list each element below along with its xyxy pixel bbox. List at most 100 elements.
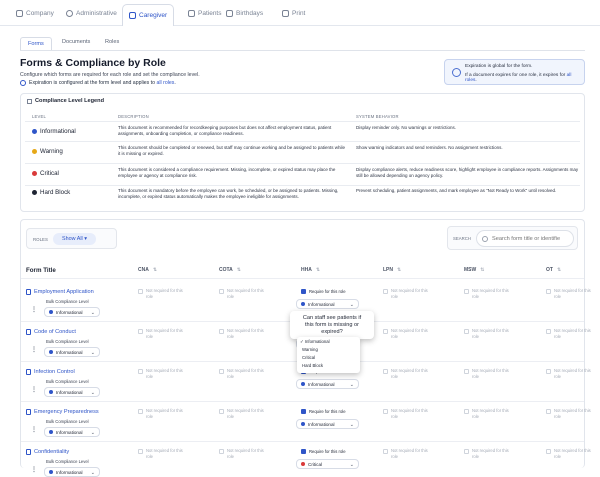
- form-title-link[interactable]: Confidentiality: [26, 449, 69, 455]
- checkbox-icon: [464, 409, 469, 414]
- checkbox-icon: [464, 369, 469, 374]
- column-header-cota[interactable]: COTA ⇅: [219, 267, 241, 273]
- more-options-icon[interactable]: ⋮: [31, 426, 37, 433]
- level-dot: [49, 310, 53, 314]
- legend-header-behavior: SYSTEM BEHAVIOR: [356, 114, 399, 119]
- bulk-compliance-label: Bulk Compliance Level: [46, 339, 89, 344]
- people-icon: [188, 9, 195, 17]
- chevron-down-icon: ⌄: [90, 310, 95, 316]
- more-options-icon[interactable]: ⋮: [31, 466, 37, 473]
- expiration-info: Expiration is configured at the form lev…: [20, 80, 176, 86]
- checkbox-icon: [383, 289, 388, 294]
- not-required-checkbox[interactable]: Not required for this role: [138, 328, 198, 339]
- checkbox-icon: [219, 289, 224, 294]
- roles-select[interactable]: Show All ▾: [53, 233, 96, 245]
- tab-documents[interactable]: Documents: [62, 39, 90, 45]
- legend-title: Compliance Level Legend: [35, 98, 105, 104]
- not-required-checkbox[interactable]: Not required for this role: [383, 448, 443, 459]
- not-required-checkbox[interactable]: Not required for this role: [138, 448, 198, 459]
- not-required-checkbox[interactable]: Not required for this role: [546, 368, 600, 379]
- not-required-checkbox[interactable]: Not required for this role: [464, 408, 524, 419]
- tab-forms[interactable]: Forms: [20, 37, 52, 51]
- bulk-compliance-select[interactable]: Informational ⌄: [44, 307, 100, 317]
- not-required-checkbox[interactable]: Not required for this role: [219, 448, 279, 459]
- checkbox-icon: [546, 369, 551, 374]
- tab-divider: [20, 50, 585, 51]
- checkbox-icon: [138, 409, 143, 414]
- require-checkbox-hha[interactable]: Require for this role: [301, 449, 346, 454]
- not-required-checkbox[interactable]: Not required for this role: [383, 288, 443, 299]
- compliance-tooltip: Can staff see patients if this form is m…: [290, 311, 374, 339]
- column-header-lpn[interactable]: LPN ⇅: [383, 267, 401, 273]
- top-navigation: Company Administrative Caregiver Patient…: [0, 0, 600, 26]
- critical-dot: [32, 171, 37, 176]
- nav-tab-caregiver[interactable]: Caregiver: [122, 4, 175, 26]
- require-checkbox-hha[interactable]: Require for this role: [301, 289, 346, 294]
- not-required-checkbox[interactable]: Not required for this role: [138, 288, 198, 299]
- not-required-checkbox[interactable]: Not required for this role: [546, 288, 600, 299]
- search-input[interactable]: [476, 230, 574, 247]
- bulk-compliance-select[interactable]: Informational ⌄: [44, 347, 100, 357]
- not-required-checkbox[interactable]: Not required for this role: [138, 368, 198, 379]
- not-required-checkbox[interactable]: Not required for this role: [219, 288, 279, 299]
- column-header-msw[interactable]: MSW ⇅: [464, 267, 484, 273]
- not-required-checkbox[interactable]: Not required for this role: [464, 448, 524, 459]
- chevron-down-icon: ⌄: [349, 422, 354, 428]
- checkbox-icon: [383, 449, 388, 454]
- checkbox-icon: [546, 409, 551, 414]
- not-required-checkbox[interactable]: Not required for this role: [383, 328, 443, 339]
- not-required-checkbox[interactable]: Not required for this role: [219, 368, 279, 379]
- building-icon: [16, 9, 23, 17]
- dropdown-option-critical[interactable]: Critical: [302, 355, 315, 360]
- dropdown-option-warning[interactable]: Warning: [302, 347, 318, 352]
- form-title-link[interactable]: Employment Application: [26, 289, 94, 295]
- form-title-link[interactable]: Code of Conduct: [26, 329, 76, 335]
- not-required-checkbox[interactable]: Not required for this role: [383, 368, 443, 379]
- bulk-compliance-select[interactable]: Informational ⌄: [44, 467, 100, 477]
- checkbox-icon: [219, 369, 224, 374]
- dropdown-option-informational[interactable]: ✓ Informational: [300, 339, 330, 345]
- not-required-checkbox[interactable]: Not required for this role: [546, 328, 600, 339]
- not-required-checkbox[interactable]: Not required for this role: [219, 328, 279, 339]
- role-compliance-select[interactable]: Informational⌄: [296, 299, 359, 309]
- role-compliance-select[interactable]: Informational⌄: [296, 379, 359, 389]
- document-icon: [26, 289, 31, 295]
- form-title-header[interactable]: Form Title: [26, 267, 56, 274]
- checkbox-icon: [219, 449, 224, 454]
- bulk-compliance-select[interactable]: Informational ⌄: [44, 387, 100, 397]
- nav-tab-birthdays[interactable]: Birthdays: [220, 4, 269, 22]
- nav-tab-administrative[interactable]: Administrative: [60, 4, 123, 22]
- not-required-checkbox[interactable]: Not required for this role: [383, 408, 443, 419]
- tab-roles[interactable]: Roles: [105, 39, 119, 45]
- checkbox-icon: [546, 449, 551, 454]
- column-header-ot[interactable]: OT ⇅: [546, 267, 561, 273]
- require-checkbox-hha[interactable]: Require for this role: [301, 409, 346, 414]
- column-header-cna[interactable]: CNA ⇅: [138, 267, 157, 273]
- info-icon: [20, 80, 26, 86]
- document-icon: [26, 449, 31, 455]
- not-required-checkbox[interactable]: Not required for this role: [546, 448, 600, 459]
- more-options-icon[interactable]: ⋮: [31, 306, 37, 313]
- not-required-checkbox[interactable]: Not required for this role: [546, 408, 600, 419]
- chevron-down-icon: ⌄: [90, 350, 95, 356]
- form-title-link[interactable]: Emergency Preparedness: [26, 409, 99, 415]
- nav-tab-print[interactable]: Print: [276, 4, 311, 22]
- role-compliance-select[interactable]: Informational⌄: [296, 419, 359, 429]
- not-required-checkbox[interactable]: Not required for this role: [219, 408, 279, 419]
- not-required-checkbox[interactable]: Not required for this role: [464, 288, 524, 299]
- nav-tab-company[interactable]: Company: [10, 4, 60, 22]
- not-required-checkbox[interactable]: Not required for this role: [464, 368, 524, 379]
- expiration-notice: Expiration is global for the form. If a …: [444, 59, 585, 85]
- more-options-icon[interactable]: ⋮: [31, 346, 37, 353]
- bulk-compliance-label: Bulk Compliance Level: [46, 419, 89, 424]
- dropdown-option-hard-block[interactable]: Hard Block: [302, 363, 323, 368]
- column-header-hha[interactable]: HHA ⇅: [301, 267, 320, 273]
- checkbox-icon: [138, 329, 143, 334]
- checkbox-icon: [546, 329, 551, 334]
- not-required-checkbox[interactable]: Not required for this role: [464, 328, 524, 339]
- form-title-link[interactable]: Infection Control: [26, 369, 75, 375]
- more-options-icon[interactable]: ⋮: [31, 386, 37, 393]
- all-roles-link[interactable]: all roles: [156, 80, 174, 86]
- bulk-compliance-select[interactable]: Informational ⌄: [44, 427, 100, 437]
- not-required-checkbox[interactable]: Not required for this role: [138, 408, 198, 419]
